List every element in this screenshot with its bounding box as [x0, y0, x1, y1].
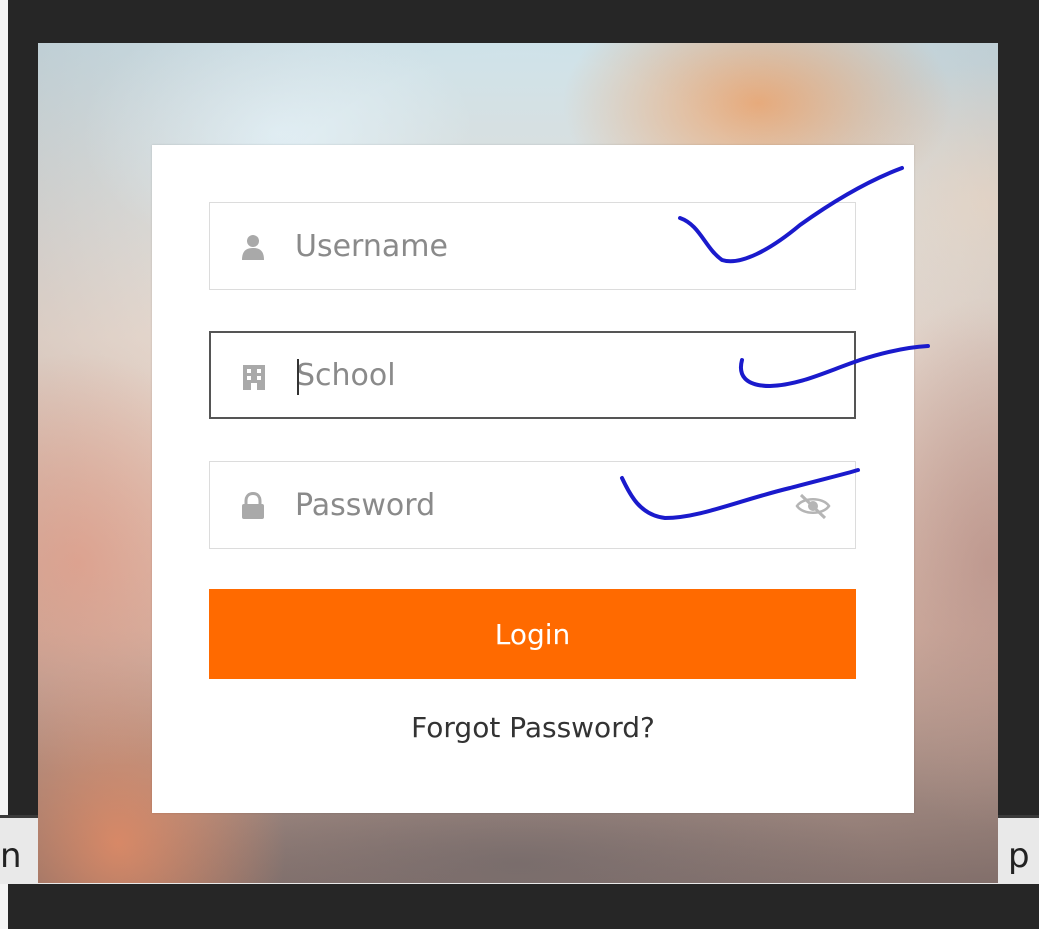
- screen-edge: [0, 0, 8, 929]
- school-input[interactable]: [296, 333, 816, 417]
- password-field[interactable]: [209, 461, 856, 549]
- school-field[interactable]: [209, 331, 856, 419]
- username-input[interactable]: [295, 203, 815, 289]
- login-button[interactable]: Login: [209, 589, 856, 679]
- forgot-password-link[interactable]: Forgot Password?: [152, 711, 914, 744]
- username-field[interactable]: [209, 202, 856, 290]
- background-text-fragment-right: p: [1008, 836, 1030, 876]
- login-card: Login Forgot Password?: [152, 145, 914, 813]
- text-cursor: [297, 359, 299, 395]
- user-icon: [242, 235, 264, 260]
- password-input[interactable]: [295, 462, 815, 548]
- eye-slash-icon[interactable]: [795, 492, 831, 520]
- building-icon: [243, 365, 265, 390]
- background-text-fragment-left: n: [0, 836, 22, 876]
- lock-icon: [242, 492, 264, 519]
